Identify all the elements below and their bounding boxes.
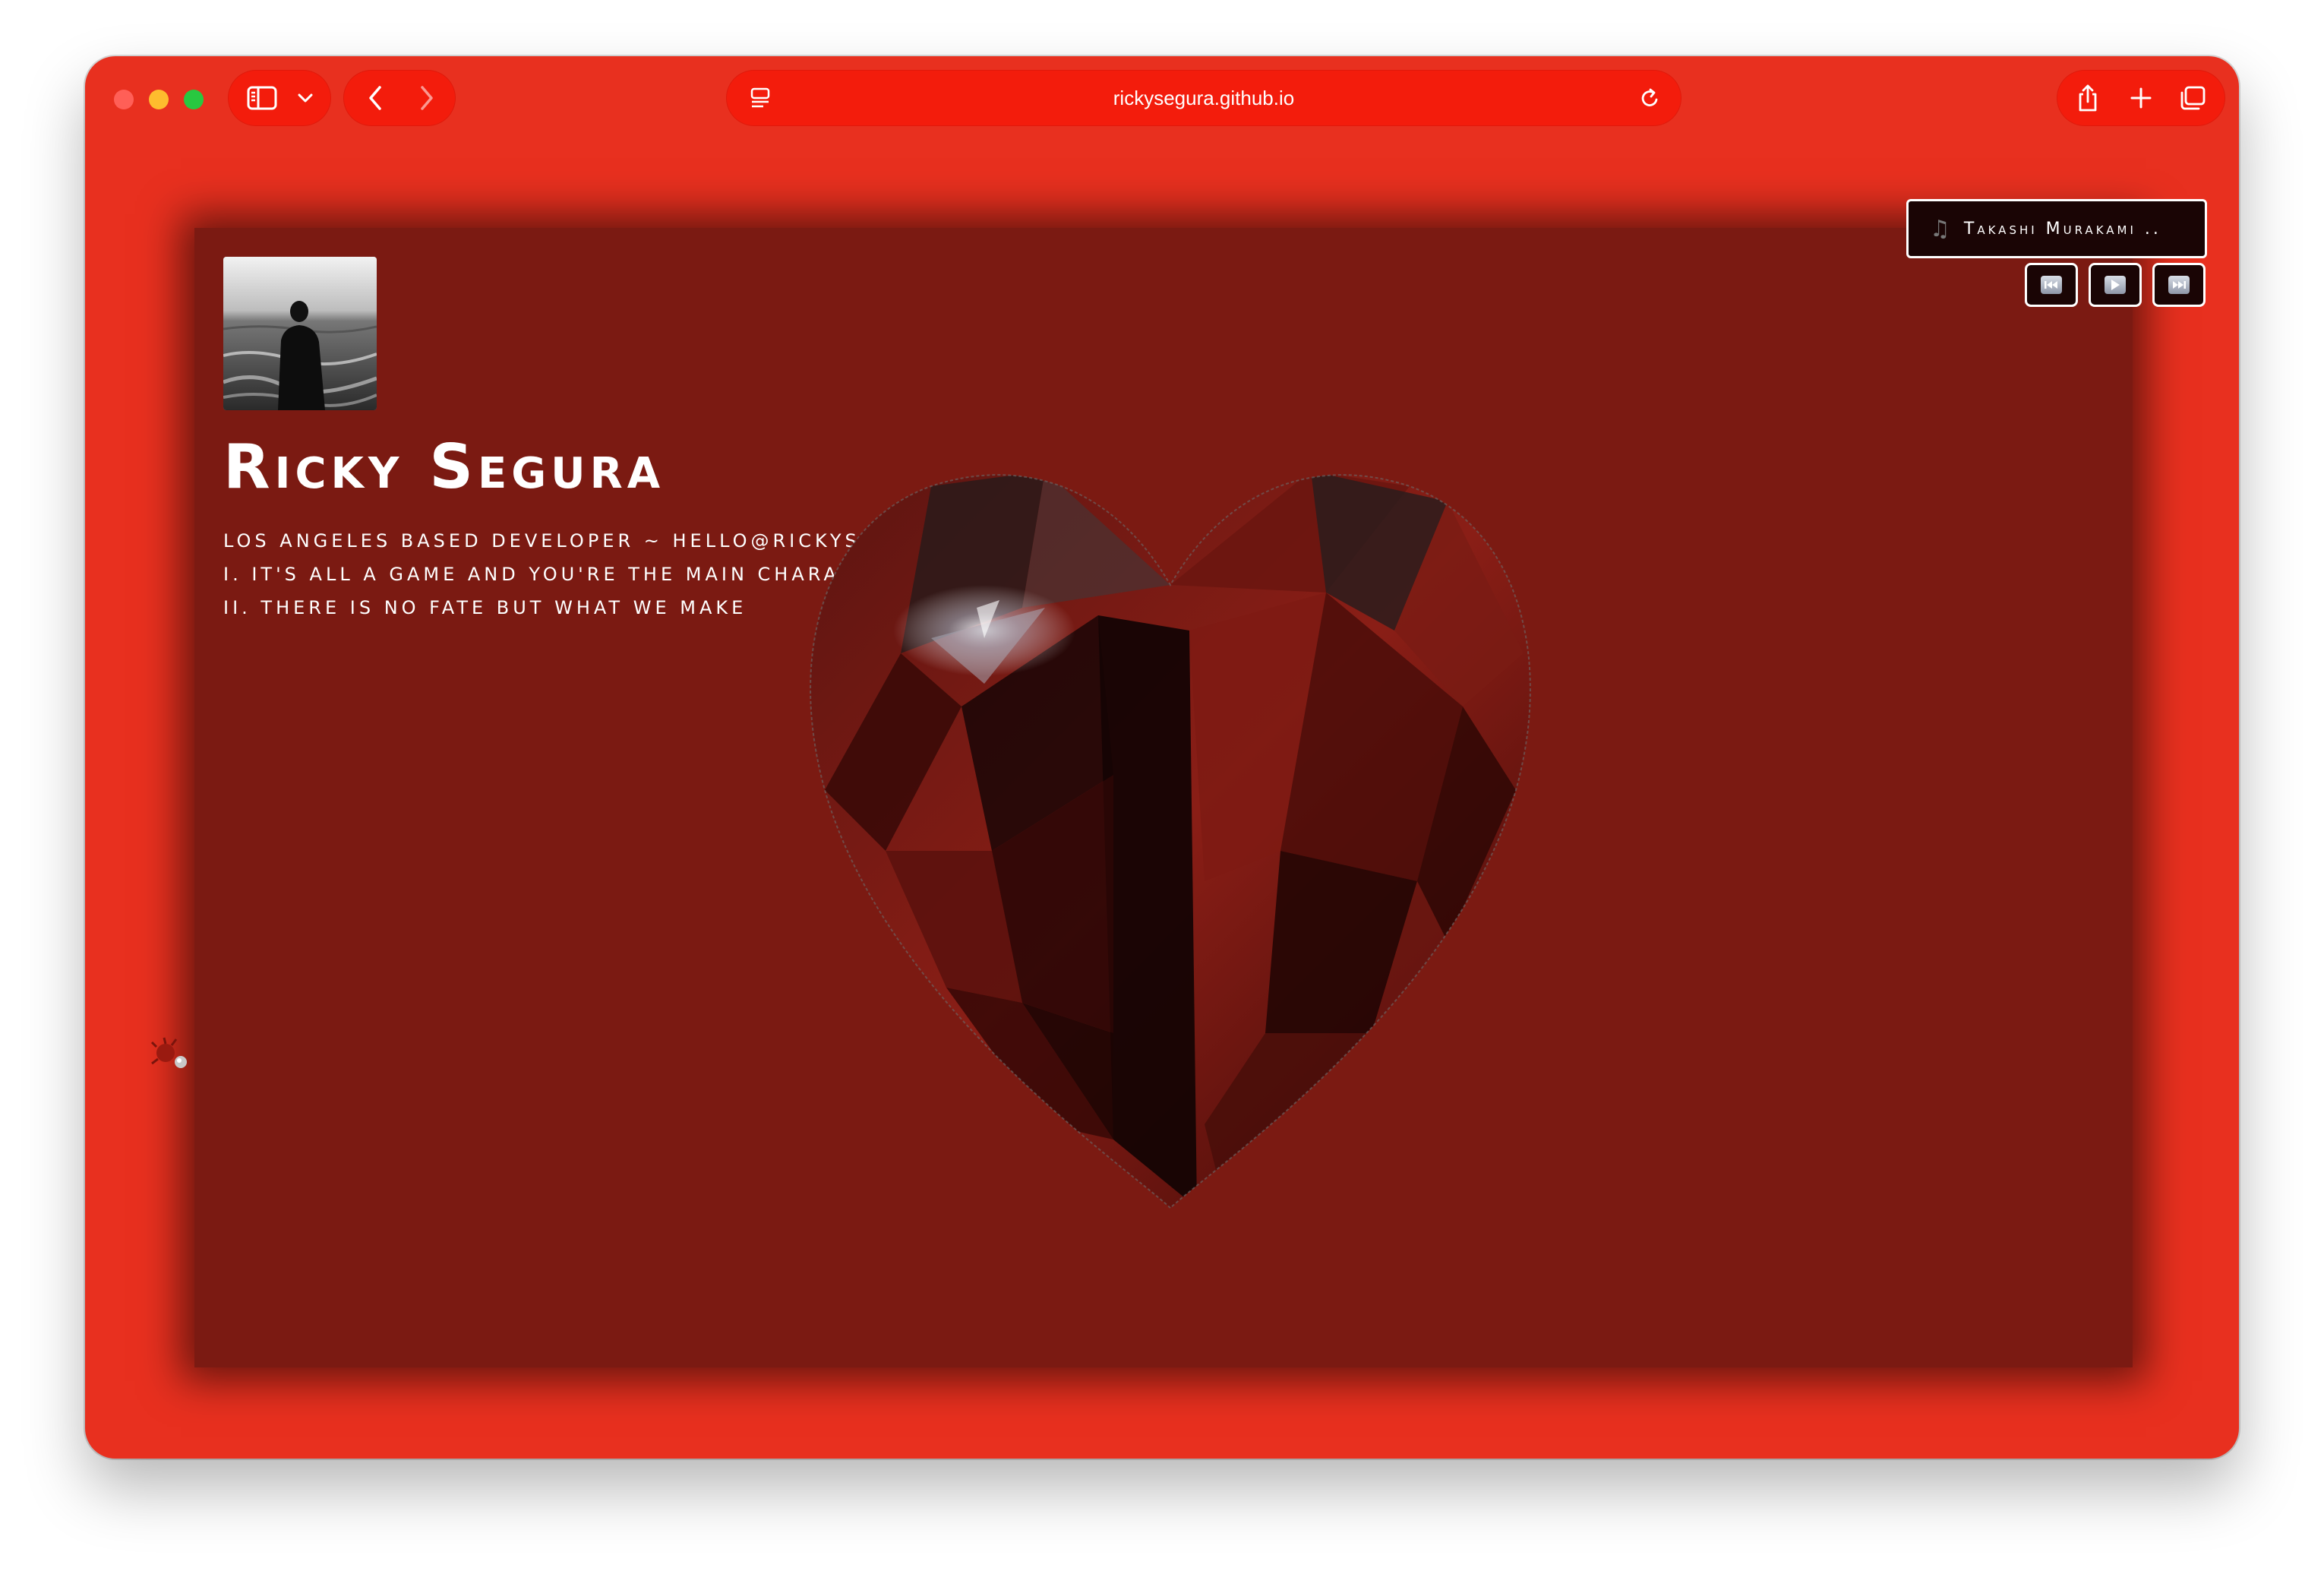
address-bar[interactable]: rickysegura.github.io — [726, 70, 1681, 126]
sidebar-icon[interactable] — [238, 70, 286, 126]
track-title: Takashi Murakami .. — [1963, 219, 2161, 239]
plus-icon[interactable] — [2117, 70, 2165, 126]
close-window-button[interactable] — [114, 90, 134, 109]
play-button[interactable] — [2089, 263, 2142, 307]
rewind-button[interactable] — [2025, 263, 2078, 307]
window-actions — [2057, 70, 2225, 126]
music-note-icon: ♫ — [1930, 215, 1950, 242]
fast-forward-button[interactable] — [2152, 263, 2206, 307]
share-icon[interactable] — [2064, 70, 2111, 126]
tab-overview-icon[interactable] — [2169, 70, 2216, 126]
reload-icon[interactable] — [1630, 70, 1671, 126]
fast-forward-icon — [2168, 276, 2190, 294]
minimize-window-button[interactable] — [149, 90, 169, 109]
sidebar-controls — [228, 70, 331, 126]
heart-gem-image — [810, 474, 1531, 1209]
chevron-down-icon[interactable] — [290, 70, 320, 126]
custom-cursor-icon — [150, 1037, 187, 1068]
browser-window: rickysegura.github.io Ricky Segura LOS A… — [85, 56, 2239, 1459]
rewind-icon — [2041, 276, 2062, 294]
profile-name: Ricky Segura — [223, 431, 665, 502]
web-page: Ricky Segura los angeles based developer… — [85, 141, 2239, 1459]
play-icon — [2105, 276, 2126, 294]
music-player[interactable]: ♫ Takashi Murakami .. — [1906, 199, 2207, 258]
navigation-controls — [343, 70, 456, 126]
maximize-window-button[interactable] — [184, 90, 204, 109]
forward-arrow-icon[interactable] — [404, 70, 450, 126]
url-text[interactable]: rickysegura.github.io — [726, 70, 1681, 126]
back-arrow-icon[interactable] — [352, 70, 398, 126]
content-card: Ricky Segura los angeles based developer… — [194, 228, 2133, 1367]
avatar — [223, 257, 377, 410]
